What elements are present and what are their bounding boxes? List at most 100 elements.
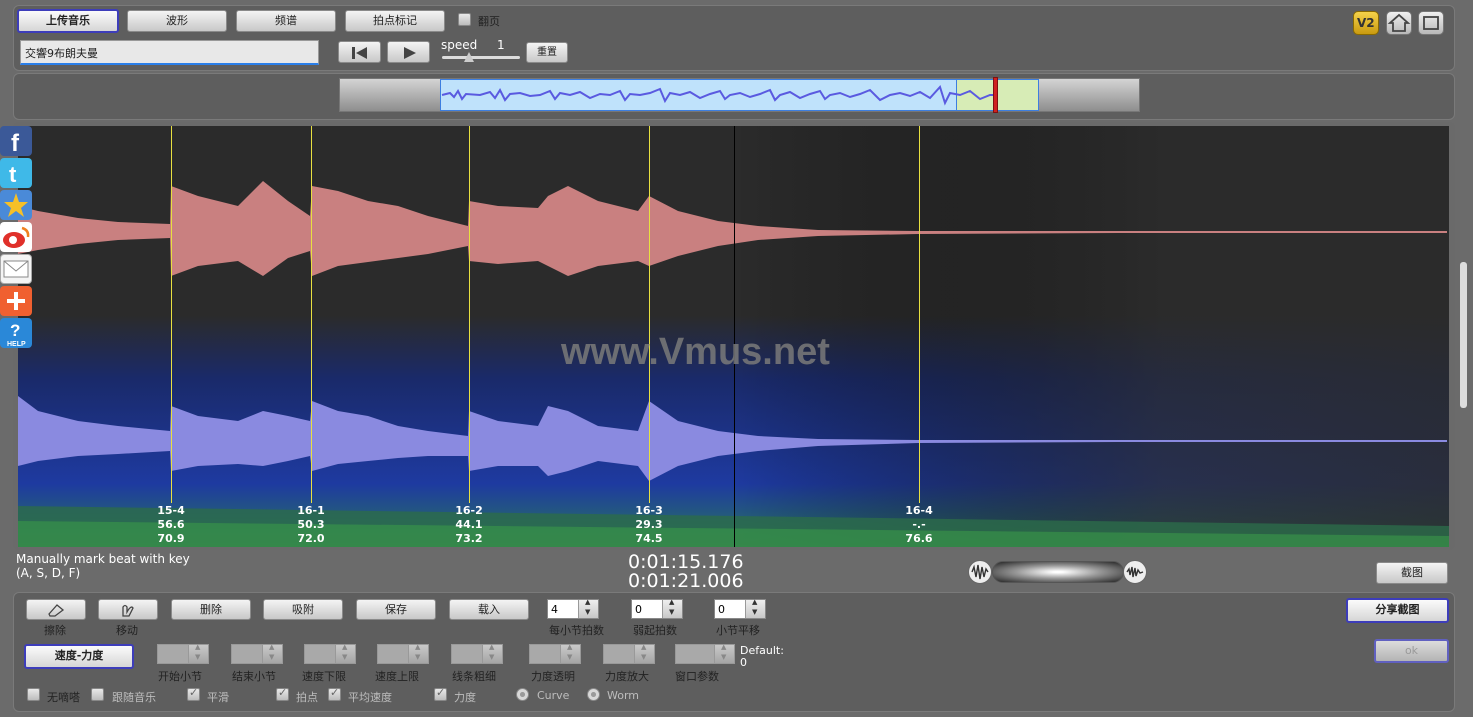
eraser-icon bbox=[48, 604, 65, 617]
start-bar-label: 开始小节 bbox=[158, 670, 202, 683]
beat-line[interactable] bbox=[469, 126, 470, 503]
vertical-scrollbar[interactable] bbox=[1460, 262, 1467, 408]
favorite-star-icon[interactable] bbox=[0, 190, 32, 220]
svg-text:t: t bbox=[9, 162, 17, 187]
save-button[interactable]: 保存 bbox=[356, 599, 436, 620]
song-name-text: 交響9布朗夫曼 bbox=[25, 47, 98, 60]
beat-line[interactable] bbox=[171, 126, 172, 503]
svg-text:f: f bbox=[11, 130, 20, 156]
tempo-dynamics-button[interactable]: 速度-力度 bbox=[24, 644, 134, 669]
slider-thumb[interactable] bbox=[464, 52, 474, 62]
beat-line[interactable] bbox=[311, 126, 312, 503]
twitter-icon[interactable]: t bbox=[0, 158, 32, 188]
dyn-zoom-stepper[interactable] bbox=[603, 643, 655, 664]
hint-line-2: (A, S, D, F) bbox=[16, 566, 81, 580]
upload-music-button[interactable]: 上传音乐 bbox=[17, 9, 119, 33]
facebook-icon[interactable]: f bbox=[0, 126, 32, 157]
dyn-opacity-stepper[interactable] bbox=[529, 643, 581, 664]
svg-text:?: ? bbox=[10, 321, 20, 340]
skip-back-icon bbox=[351, 47, 367, 59]
email-icon[interactable] bbox=[0, 254, 32, 284]
beat-mark-button[interactable]: 拍点标记 bbox=[345, 10, 445, 32]
home-icon[interactable] bbox=[1386, 11, 1412, 35]
add-share-icon[interactable] bbox=[0, 286, 32, 316]
play-button[interactable] bbox=[387, 41, 430, 63]
bar-offset-label: 小节平移 bbox=[716, 624, 760, 637]
dyn-opacity-label: 力度透明 bbox=[531, 670, 575, 683]
speed-label: speed bbox=[441, 38, 478, 52]
share-screenshot-button[interactable]: 分享截图 bbox=[1346, 598, 1449, 623]
move-button[interactable] bbox=[98, 599, 158, 620]
line-width-stepper[interactable] bbox=[451, 643, 503, 664]
start-bar-stepper[interactable] bbox=[157, 643, 209, 664]
reset-speed-button[interactable]: 重置 bbox=[526, 42, 568, 63]
hand-icon bbox=[122, 604, 134, 617]
play-icon bbox=[403, 47, 416, 59]
follow-music-label: 跟随音乐 bbox=[112, 691, 156, 704]
snap-button[interactable]: 吸附 bbox=[263, 599, 343, 620]
load-button[interactable]: 载入 bbox=[449, 599, 529, 620]
flip-page-checkbox[interactable] bbox=[458, 13, 471, 26]
no-click-checkbox[interactable] bbox=[27, 688, 40, 701]
flip-page-label: 翻页 bbox=[478, 15, 500, 28]
song-name-field[interactable]: 交響9布朗夫曼 bbox=[20, 40, 319, 65]
tempo-max-label: 速度上限 bbox=[375, 670, 419, 683]
dynamics-checkbox[interactable] bbox=[434, 686, 447, 701]
help-icon[interactable]: ? HELP bbox=[0, 318, 32, 348]
dynamics-label: 力度 bbox=[454, 691, 476, 704]
beat-line[interactable] bbox=[649, 126, 650, 503]
fullscreen-icon[interactable] bbox=[1418, 11, 1444, 35]
beat-label: 16-4 -.- 76.6 bbox=[905, 504, 933, 545]
delete-button[interactable]: 删除 bbox=[171, 599, 251, 620]
bar-offset-stepper[interactable]: 0 bbox=[714, 598, 766, 619]
screenshot-button[interactable]: 截图 bbox=[1376, 562, 1448, 584]
end-bar-stepper[interactable] bbox=[231, 643, 283, 664]
worm-radio[interactable] bbox=[587, 688, 600, 701]
beat-label: 16-3 29.3 74.5 bbox=[635, 504, 663, 545]
total-time: 0:01:21.006 bbox=[628, 570, 744, 592]
smooth-checkbox[interactable] bbox=[187, 686, 200, 701]
dyn-zoom-label: 力度放大 bbox=[605, 670, 649, 683]
worm-label: Worm bbox=[607, 689, 640, 702]
avg-tempo-label: 平均速度 bbox=[348, 691, 392, 704]
end-bar-label: 结束小节 bbox=[232, 670, 276, 683]
beat-point-label: 拍点 bbox=[296, 691, 318, 704]
zoom-out-wave-icon[interactable] bbox=[968, 560, 992, 584]
svg-text:HELP: HELP bbox=[7, 341, 26, 348]
follow-music-checkbox[interactable] bbox=[91, 688, 104, 701]
rewind-button[interactable] bbox=[338, 41, 381, 63]
slider-track bbox=[442, 56, 520, 59]
beats-per-bar-stepper[interactable]: 4 bbox=[547, 598, 599, 619]
move-label: 移动 bbox=[116, 624, 138, 637]
speed-value: 1 bbox=[497, 38, 505, 52]
waveform-button[interactable]: 波形 bbox=[127, 10, 227, 32]
weibo-icon[interactable] bbox=[0, 222, 32, 252]
hint-line-1: Manually mark beat with key bbox=[16, 552, 190, 566]
pickup-beats-stepper[interactable]: 0 bbox=[631, 598, 683, 619]
curve-radio[interactable] bbox=[516, 688, 529, 701]
visualization-canvas[interactable]: www.Vmus.net 15-4 56.6 70.9 16-1 50.3 72.0 1… bbox=[18, 126, 1449, 547]
tempo-min-stepper[interactable] bbox=[304, 643, 356, 664]
spectrum-button[interactable]: 频谱 bbox=[236, 10, 336, 32]
overview-waveform bbox=[441, 85, 998, 106]
v2-icon[interactable]: V2 bbox=[1353, 11, 1379, 35]
overview-playhead[interactable] bbox=[993, 77, 998, 113]
tempo-max-stepper[interactable] bbox=[377, 643, 429, 664]
line-width-label: 线条粗细 bbox=[452, 670, 496, 683]
overview-track[interactable] bbox=[339, 77, 1140, 113]
beat-line[interactable] bbox=[919, 126, 920, 503]
beat-point-checkbox[interactable] bbox=[276, 686, 289, 701]
window-param-label: 窗口参数 bbox=[675, 670, 719, 683]
beats-per-bar-label: 每小节拍数 bbox=[549, 624, 604, 637]
erase-button[interactable] bbox=[26, 599, 86, 620]
window-param-stepper[interactable] bbox=[675, 643, 735, 664]
beat-label: 15-4 56.6 70.9 bbox=[157, 504, 185, 545]
speed-slider[interactable] bbox=[442, 52, 520, 63]
erase-label: 擦除 bbox=[44, 624, 66, 637]
zoom-in-wave-icon[interactable] bbox=[1123, 560, 1147, 584]
zoom-slider[interactable] bbox=[992, 561, 1124, 583]
tempo-min-label: 速度下限 bbox=[302, 670, 346, 683]
smooth-label: 平滑 bbox=[207, 691, 229, 704]
avg-tempo-checkbox[interactable] bbox=[328, 686, 341, 701]
ok-button[interactable]: ok bbox=[1374, 639, 1449, 663]
